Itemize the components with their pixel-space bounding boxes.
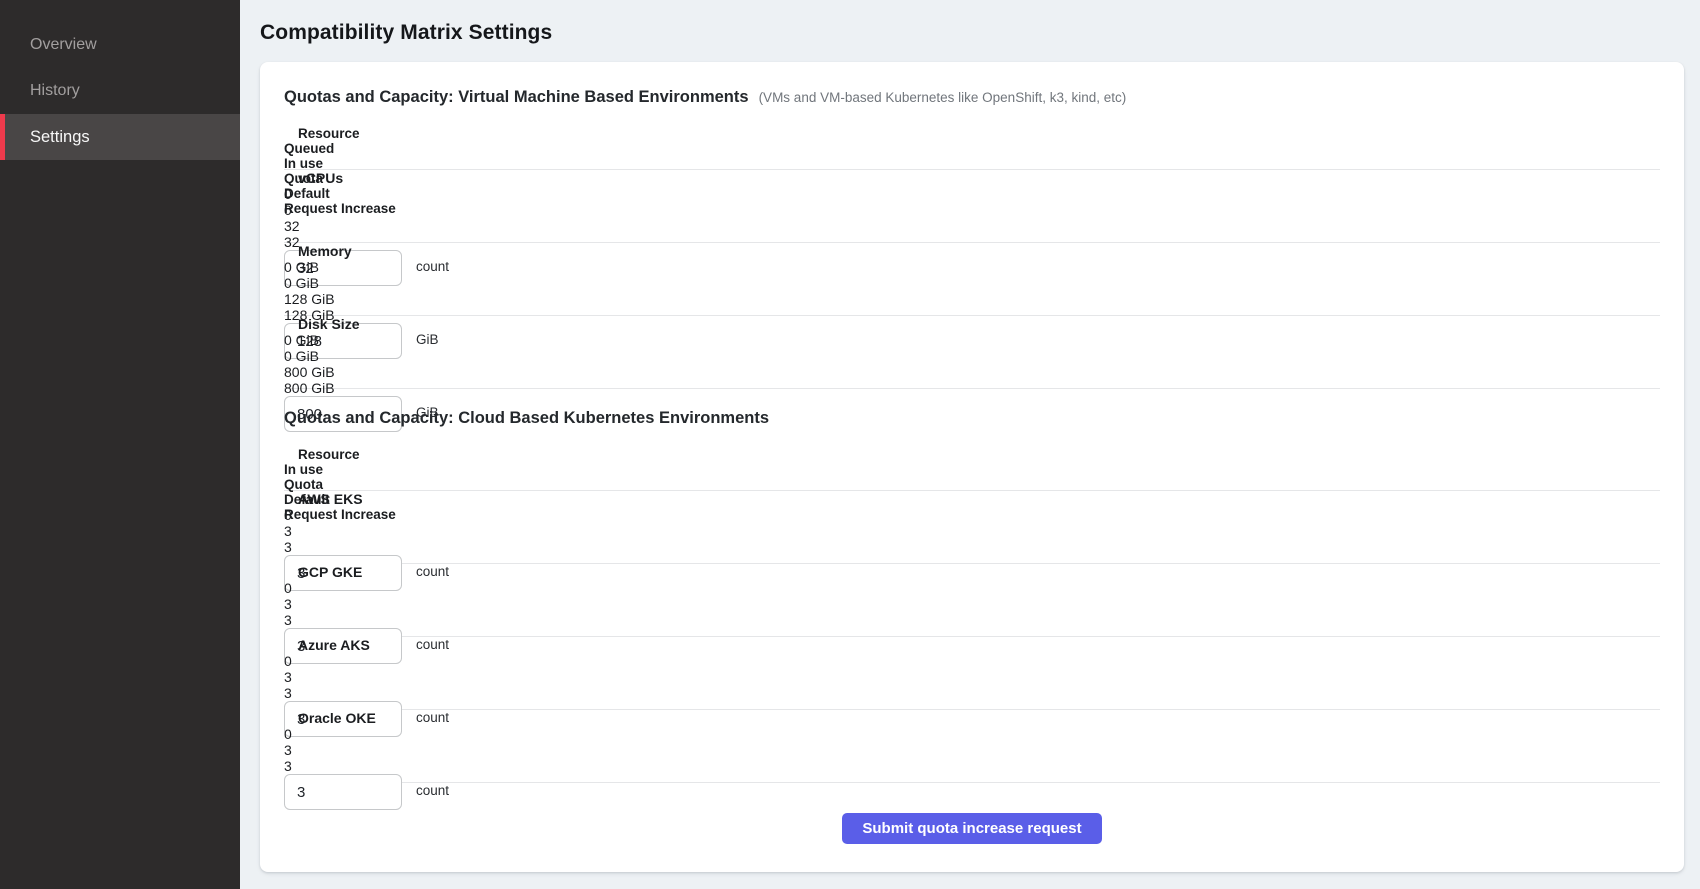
quota-table: ResourceQueuedIn useQuotaDefaultRequest … <box>284 126 1660 389</box>
table-row: Memory0 GiB0 GiB128 GiB128 GiBGiB <box>284 243 1660 316</box>
unit-label: count <box>416 783 449 798</box>
value-cell: 0 <box>284 186 1660 202</box>
section-title: Quotas and Capacity: Virtual Machine Bas… <box>284 88 749 107</box>
sidebar-item-history[interactable]: History <box>0 68 240 114</box>
value-cell: 0 GiB <box>284 348 1660 364</box>
value-cell: 0 GiB <box>284 275 1660 291</box>
main-content: Compatibility Matrix Settings Quotas and… <box>240 0 1700 889</box>
table-row: vCPUs003232count <box>284 170 1660 243</box>
column-header: Resource <box>284 126 1660 141</box>
column-header: Queued <box>284 141 1660 156</box>
sidebar: Overview History Settings <box>0 0 240 889</box>
quota-section-1: Quotas and Capacity: Cloud Based Kuberne… <box>284 409 1660 783</box>
value-cell: 0 <box>284 726 1660 742</box>
value-cell: 3 <box>284 685 1660 701</box>
column-header: Quota <box>284 477 1660 492</box>
section-title: Quotas and Capacity: Cloud Based Kuberne… <box>284 409 769 428</box>
table-row: Oracle OKE033count <box>284 710 1660 783</box>
table-row: GCP GKE033count <box>284 564 1660 637</box>
value-cell: 3 <box>284 539 1660 555</box>
resource-cell: Disk Size <box>284 316 1660 332</box>
value-cell: 0 <box>284 202 1660 218</box>
value-cell: 800 GiB <box>284 364 1660 380</box>
app-root: Overview History Settings Compatibility Ma… <box>0 0 1700 889</box>
column-header: Resource <box>284 447 1660 462</box>
value-cell: 128 GiB <box>284 291 1660 307</box>
sidebar-item-label: Settings <box>30 128 90 147</box>
value-cell: 3 <box>284 669 1660 685</box>
sidebar-items: Overview History Settings <box>0 22 240 160</box>
unit-label: count <box>416 259 449 274</box>
active-indicator <box>0 114 5 160</box>
quota-table: ResourceIn useQuotaDefaultRequest Increa… <box>284 447 1660 783</box>
value-cell: 3 <box>284 758 1660 774</box>
value-cell: 3 <box>284 742 1660 758</box>
request-increase-input[interactable] <box>284 774 402 810</box>
sidebar-item-label: History <box>30 82 80 100</box>
column-header: In use <box>284 156 1660 171</box>
value-cell: 0 GiB <box>284 332 1660 348</box>
submit-quota-button[interactable]: Submit quota increase request <box>842 813 1101 844</box>
quota-section-0: Quotas and Capacity: Virtual Machine Bas… <box>284 88 1660 389</box>
resource-cell: AWS EKS <box>284 491 1660 507</box>
value-cell: 0 GiB <box>284 259 1660 275</box>
table-row: Azure AKS033count <box>284 637 1660 710</box>
quota-sections: Quotas and Capacity: Virtual Machine Bas… <box>284 88 1660 783</box>
unit-label: count <box>416 564 449 579</box>
section-subtitle: (VMs and VM-based Kubernetes like OpenSh… <box>759 90 1127 105</box>
sidebar-item-overview[interactable]: Overview <box>0 22 240 68</box>
resource-cell: Oracle OKE <box>284 710 1660 726</box>
value-cell: 3 <box>284 596 1660 612</box>
resource-cell: vCPUs <box>284 170 1660 186</box>
settings-card: Quotas and Capacity: Virtual Machine Bas… <box>260 62 1684 872</box>
value-cell: 0 <box>284 507 1660 523</box>
page-title: Compatibility Matrix Settings <box>260 20 1684 46</box>
table-row: Disk Size0 GiB0 GiB800 GiB800 GiBGiB <box>284 316 1660 389</box>
section-title-row: Quotas and Capacity: Virtual Machine Bas… <box>284 88 1660 118</box>
sidebar-item-settings[interactable]: Settings <box>0 114 240 160</box>
table-header-row: ResourceIn useQuotaDefaultRequest Increa… <box>284 447 1660 491</box>
unit-label: GiB <box>416 332 439 347</box>
value-cell: 32 <box>284 218 1660 234</box>
value-cell: 3 <box>284 612 1660 628</box>
table-row: AWS EKS033count <box>284 491 1660 564</box>
value-cell: 800 GiB <box>284 380 1660 396</box>
unit-label: count <box>416 637 449 652</box>
resource-cell: Azure AKS <box>284 637 1660 653</box>
request-increase-cell: count <box>284 774 1660 810</box>
value-cell: 3 <box>284 523 1660 539</box>
resource-cell: Memory <box>284 243 1660 259</box>
sidebar-item-label: Overview <box>30 36 97 54</box>
value-cell: 0 <box>284 653 1660 669</box>
unit-label: GiB <box>416 405 439 420</box>
table-header-row: ResourceQueuedIn useQuotaDefaultRequest … <box>284 126 1660 170</box>
column-header: In use <box>284 462 1660 477</box>
unit-label: count <box>416 710 449 725</box>
resource-cell: GCP GKE <box>284 564 1660 580</box>
value-cell: 0 <box>284 580 1660 596</box>
